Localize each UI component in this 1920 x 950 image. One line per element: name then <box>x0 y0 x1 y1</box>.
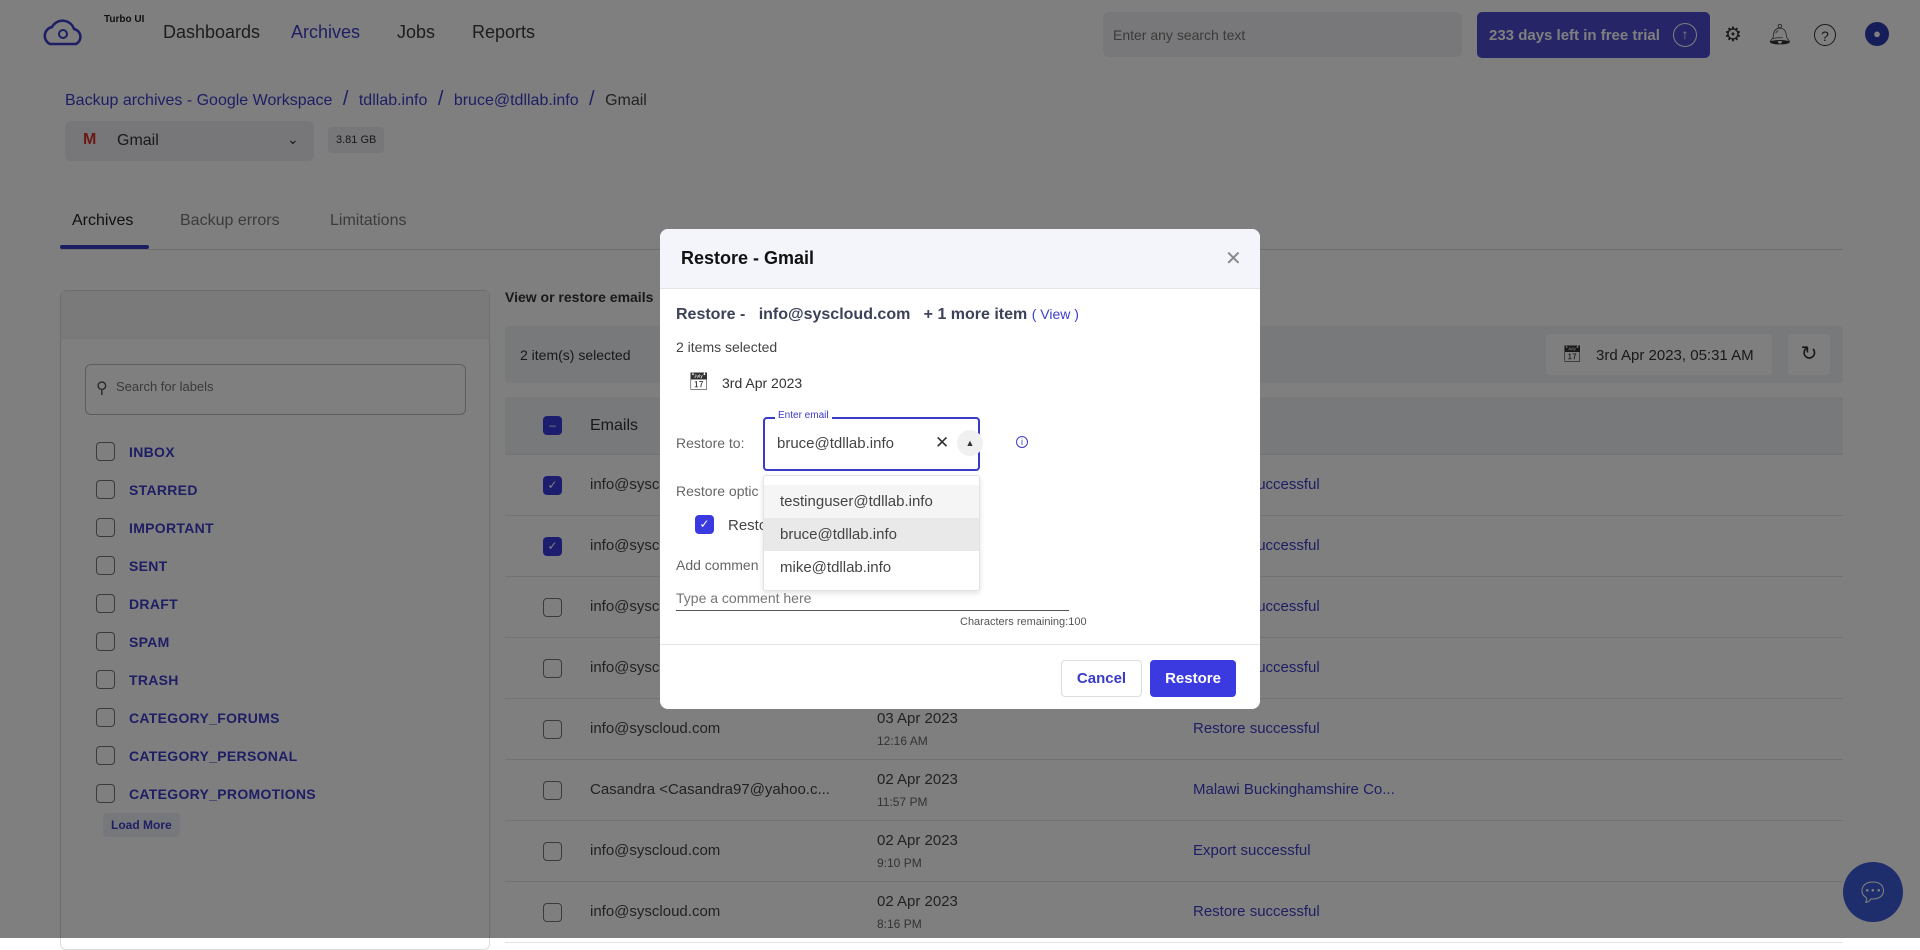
clear-icon[interactable]: ✕ <box>935 433 949 453</box>
email-dropdown: testinguser@tdllab.info bruce@tdllab.inf… <box>763 475 980 591</box>
calendar-icon: 📅︎ <box>688 372 710 391</box>
restore-summary: Restore - info@syscloud.com + 1 more ite… <box>676 306 1079 324</box>
restore-option-checkbox[interactable]: ✓ <box>695 515 714 534</box>
caret-up-icon[interactable]: ▲ <box>957 430 983 456</box>
email-field-value: bruce@tdllab.info <box>777 435 894 452</box>
restore-prefix: Restore - <box>676 306 750 323</box>
restore-option-label: Resto <box>728 517 768 534</box>
chars-remaining: Characters remaining:100 <box>960 616 1087 628</box>
restore-options-label: Restore optic <box>676 483 759 499</box>
items-selected: 2 items selected <box>676 339 778 355</box>
restore-to-label: Restore to: <box>676 435 745 451</box>
restore-button[interactable]: Restore <box>1150 660 1236 697</box>
close-icon[interactable]: ✕ <box>1225 246 1242 271</box>
restore-item: info@syscloud.com <box>758 306 911 323</box>
dropdown-option[interactable]: testinguser@tdllab.info <box>764 485 979 518</box>
modal-header: Restore - Gmail ✕ <box>660 229 1260 289</box>
more-items: + 1 more item <box>923 306 1028 323</box>
email-field-label: Enter email <box>775 410 832 421</box>
info-icon[interactable]: i <box>1016 436 1028 448</box>
dropdown-option-selected[interactable]: bruce@tdllab.info <box>764 518 979 551</box>
restore-date: 3rd Apr 2023 <box>722 375 803 391</box>
comment-label: Add commen <box>676 557 759 573</box>
dropdown-option[interactable]: mike@tdllab.info <box>764 551 979 584</box>
cancel-button[interactable]: Cancel <box>1061 660 1142 697</box>
email-combobox[interactable]: Enter email bruce@tdllab.info ✕ ▲ <box>763 410 983 471</box>
modal-title: Restore - Gmail <box>681 248 815 268</box>
view-link[interactable]: ( View ) <box>1032 306 1079 322</box>
restore-modal: Restore - Gmail ✕ Restore - info@sysclou… <box>660 229 1260 709</box>
